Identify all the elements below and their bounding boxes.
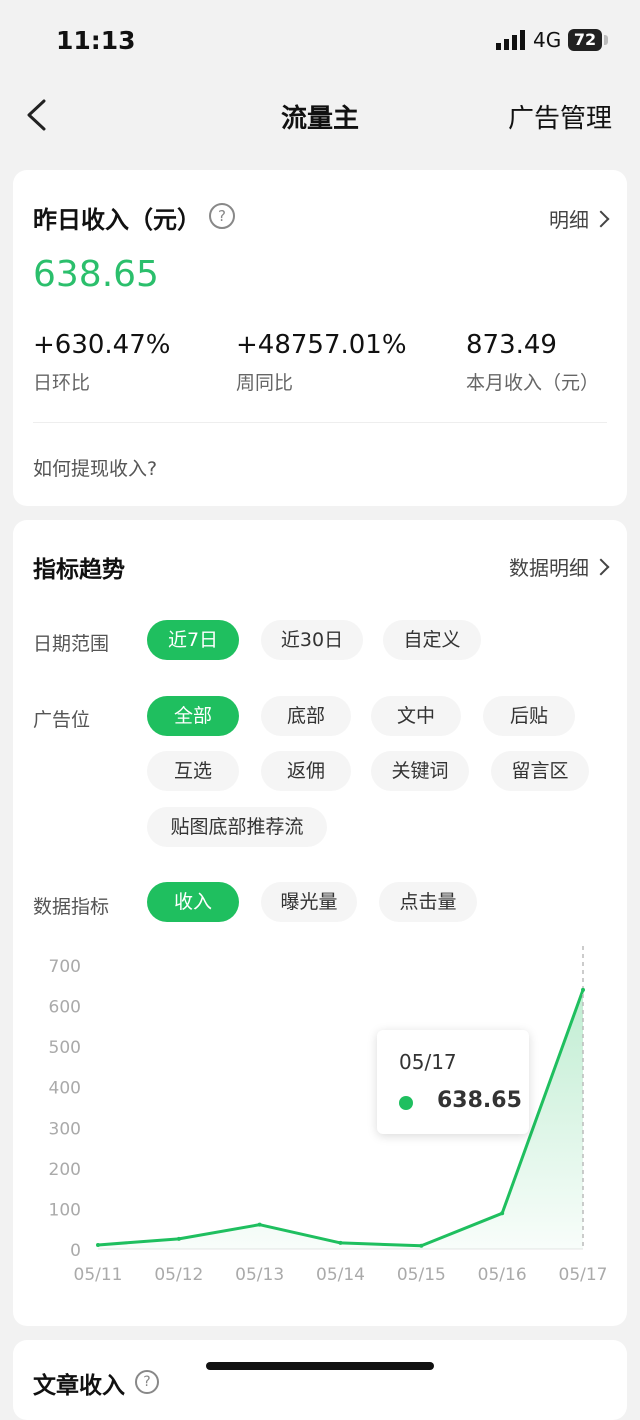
chip-metric-impressions[interactable]: 曝光量 (261, 882, 357, 922)
chip-slot-in-article[interactable]: 文中 (371, 696, 461, 736)
divider (33, 422, 607, 423)
tooltip-value: 638.65 (437, 1088, 522, 1113)
income-detail-label: 明细 (549, 208, 589, 232)
tooltip-series-dot (399, 1096, 413, 1110)
data-point (581, 987, 585, 992)
x-tick-label: 05/16 (478, 1265, 527, 1285)
article-income-title: 文章收入 (33, 1373, 125, 1399)
x-tick-label: 05/14 (316, 1265, 365, 1285)
stat-label: 本月收入（元） (466, 372, 600, 394)
date-range-label: 日期范围 (33, 633, 110, 655)
stat-value: 873.49 (466, 330, 557, 360)
chip-slot-post[interactable]: 后贴 (483, 696, 575, 736)
y-tick-label: 300 (49, 1119, 81, 1139)
stat-day-over-day: +630.47% 日环比 (33, 330, 170, 395)
chip-date-30d[interactable]: 近30日 (261, 620, 363, 660)
signal-icon (496, 30, 525, 50)
data-detail-label: 数据明细 (509, 556, 589, 580)
stat-label: 周同比 (236, 372, 294, 394)
chip-slot-rebate[interactable]: 返佣 (261, 751, 351, 791)
y-tick-label: 500 (49, 1038, 81, 1058)
chevron-right-icon (592, 558, 610, 576)
battery-cap (604, 35, 608, 45)
income-amount: 638.65 (33, 254, 159, 295)
trend-card: 指标趋势 数据明细 日期范围 近7日 近30日 自定义 广告位 全部 底部 文中… (13, 520, 627, 1326)
x-tick-label: 05/11 (74, 1265, 123, 1285)
stat-value: +630.47% (33, 330, 171, 360)
metric-label: 数据指标 (33, 896, 110, 918)
data-detail-link[interactable]: 数据明细 (509, 552, 610, 581)
chip-slot-bottom[interactable]: 底部 (261, 696, 351, 736)
data-point (176, 1236, 181, 1241)
stat-label: 日环比 (33, 372, 91, 394)
income-trend-chart[interactable]: 0 100 200 300 400 500 600 700 05/11 05/12 05/13 05/… (13, 940, 627, 1320)
x-tick-label: 05/12 (154, 1265, 203, 1285)
income-card: 昨日收入（元） ? 明细 638.65 +630.47% 日环比 +48757.… (13, 170, 627, 506)
trend-title: 指标趋势 (33, 557, 125, 583)
chart-tooltip: 05/17 638.65 (377, 1030, 529, 1134)
income-title: 昨日收入（元） (33, 206, 201, 234)
chip-date-custom[interactable]: 自定义 (383, 620, 481, 660)
data-point (500, 1211, 505, 1216)
x-tick-label: 05/15 (397, 1265, 446, 1285)
network-type: 4G (533, 28, 562, 52)
chip-metric-income[interactable]: 收入 (147, 882, 239, 922)
help-icon[interactable]: ? (135, 1370, 159, 1394)
chip-slot-mutual[interactable]: 互选 (147, 751, 239, 791)
chevron-right-icon (592, 210, 610, 228)
chip-slot-all[interactable]: 全部 (147, 696, 239, 736)
tooltip-date: 05/17 (399, 1050, 457, 1074)
x-tick-label: 05/17 (559, 1265, 608, 1285)
x-tick-label: 05/13 (235, 1265, 284, 1285)
y-tick-label: 0 (70, 1241, 81, 1261)
data-point (419, 1243, 424, 1248)
status-time: 11:13 (56, 26, 136, 55)
ad-management-link[interactable]: 广告管理 (508, 98, 612, 135)
data-point (338, 1240, 343, 1245)
stat-week-over-week: +48757.01% 周同比 (236, 330, 407, 395)
y-tick-label: 100 (49, 1200, 81, 1220)
ad-slot-label: 广告位 (33, 709, 91, 731)
help-icon[interactable]: ? (209, 203, 235, 229)
y-tick-label: 700 (49, 957, 81, 977)
home-indicator[interactable] (206, 1362, 434, 1370)
data-point (257, 1222, 262, 1227)
battery-icon: 72 (568, 29, 602, 51)
income-detail-link[interactable]: 明细 (549, 204, 610, 233)
withdraw-help-link[interactable]: 如何提现收入? (33, 454, 157, 481)
y-tick-label: 200 (49, 1160, 81, 1180)
chip-slot-sticker-bottom[interactable]: 贴图底部推荐流 (147, 807, 327, 847)
data-point (96, 1242, 100, 1247)
stat-month-income: 873.49 本月收入（元） (466, 330, 599, 395)
stat-value: +48757.01% (236, 330, 407, 360)
chip-slot-keyword[interactable]: 关键词 (371, 751, 469, 791)
chip-date-7d[interactable]: 近7日 (147, 620, 239, 660)
chip-slot-comment[interactable]: 留言区 (491, 751, 589, 791)
article-income-card: 文章收入 ? (13, 1340, 627, 1420)
y-tick-label: 400 (49, 1079, 81, 1099)
chip-metric-clicks[interactable]: 点击量 (379, 882, 477, 922)
status-bar: 11:13 4G 72 (0, 0, 640, 80)
y-tick-label: 600 (49, 998, 81, 1018)
nav-bar: 流量主 广告管理 (0, 80, 640, 150)
